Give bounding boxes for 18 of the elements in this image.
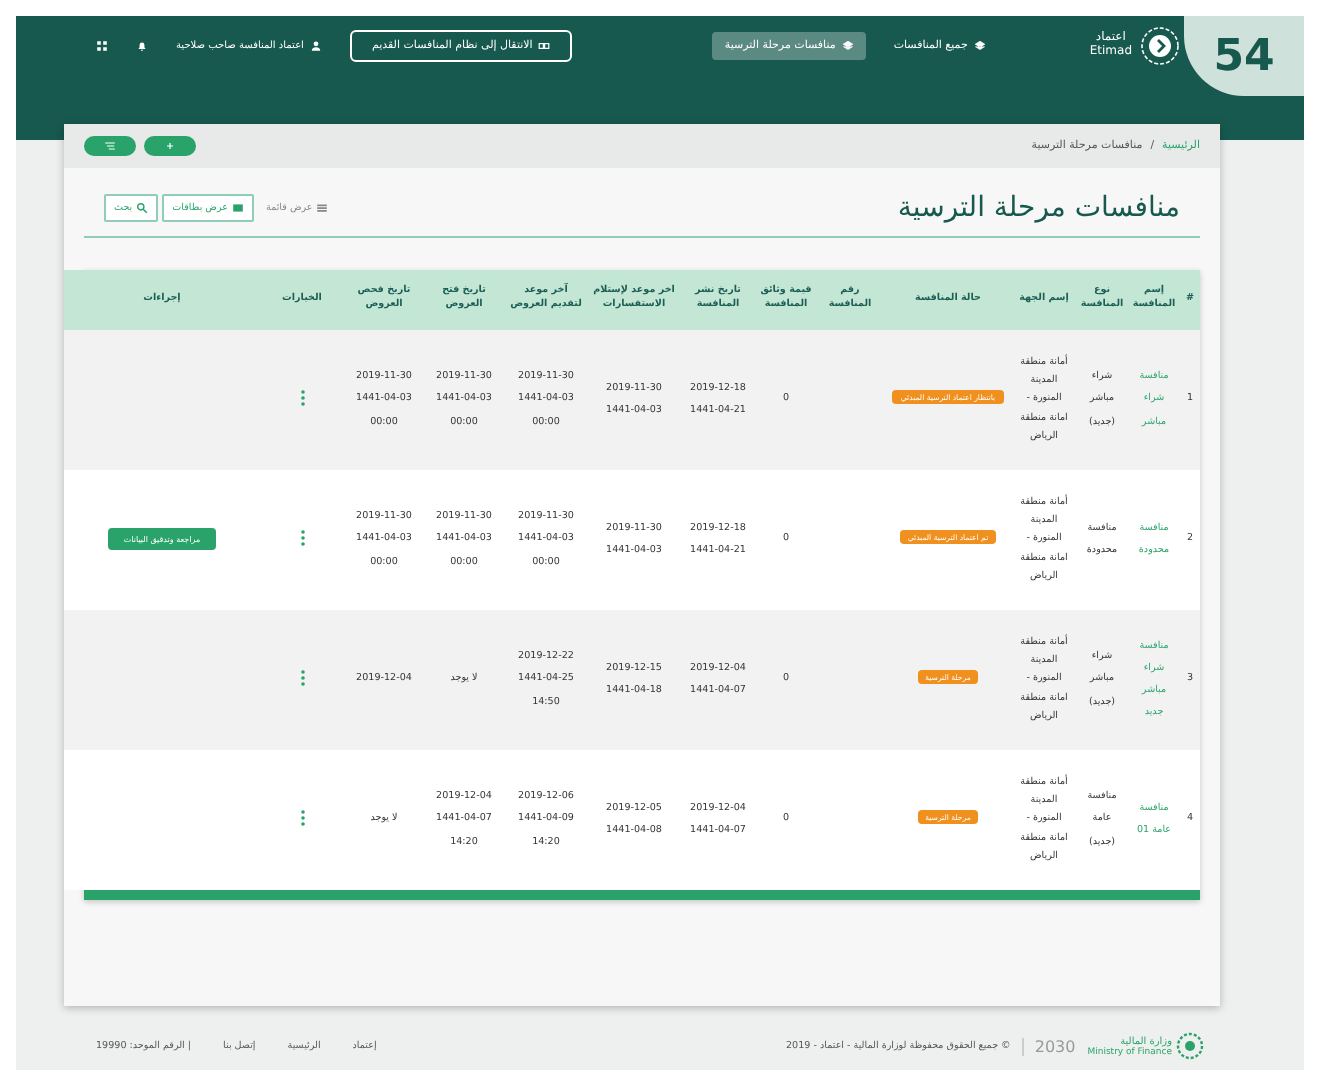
sort-icon (104, 140, 116, 152)
link-icon (538, 40, 551, 52)
user-icon (309, 40, 322, 52)
grid-icon (96, 40, 108, 52)
card-icon (232, 202, 244, 214)
search-icon (136, 202, 149, 214)
list-icon (316, 202, 329, 214)
add-button[interactable] (144, 136, 196, 156)
page-title: منافسات مرحلة الترسية (897, 192, 1180, 224)
layers-icon (841, 40, 854, 52)
emblem-icon (1176, 1032, 1204, 1060)
vision-logo: 2030 (1022, 1037, 1076, 1055)
sort-button[interactable] (84, 136, 136, 156)
plus-icon (164, 140, 176, 152)
layers-icon (973, 40, 986, 52)
page-number-badge: 54 (1184, 16, 1304, 96)
bell-icon (136, 40, 148, 52)
logo-icon (1140, 26, 1180, 66)
